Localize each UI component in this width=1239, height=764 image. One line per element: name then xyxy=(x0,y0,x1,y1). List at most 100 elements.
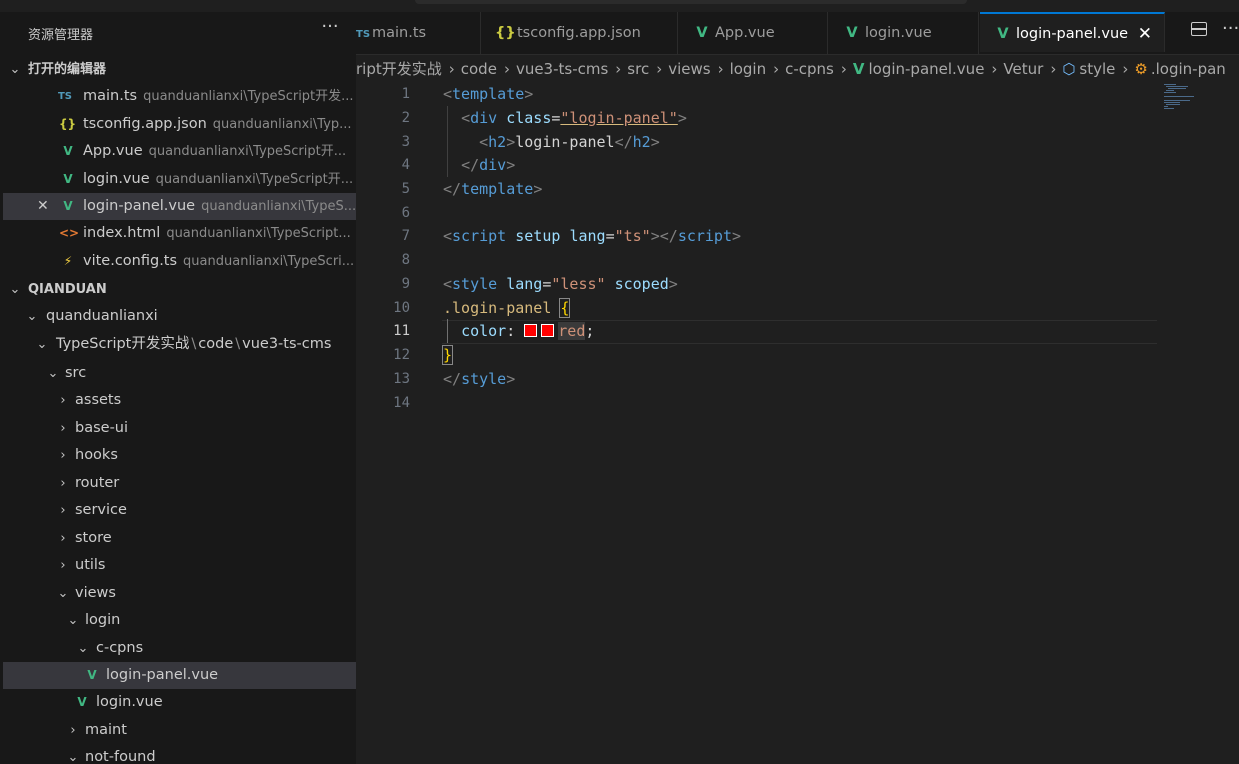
tree-folder[interactable]: › service xyxy=(3,497,356,524)
open-editor-item[interactable]: V App.vue quanduanlianxi\TypeScript开... xyxy=(3,138,356,165)
code-line: color: red; xyxy=(461,322,595,340)
close-icon[interactable]: ✕ xyxy=(1138,14,1152,54)
color-swatch[interactable] xyxy=(541,324,555,337)
tree-folder[interactable]: ⌄ not-found xyxy=(3,744,356,764)
open-editor-item[interactable]: V login.vue quanduanlianxi\TypeScript开... xyxy=(3,166,356,193)
tree-folder[interactable]: ⌄ src xyxy=(3,360,356,387)
ts-icon: TS xyxy=(356,29,371,40)
code-line: </template> xyxy=(443,180,543,198)
tree-folder[interactable]: › store xyxy=(3,525,356,552)
vue-icon: V xyxy=(77,695,87,709)
open-editor-name: login.vue xyxy=(83,171,150,187)
minimap[interactable] xyxy=(1164,83,1204,123)
breadcrumb-item[interactable]: Vetur xyxy=(1003,55,1043,83)
html-icon: <> xyxy=(59,226,80,240)
tab-label: main.ts xyxy=(372,25,427,41)
close-icon[interactable]: ✕ xyxy=(37,193,49,220)
tree-folder[interactable]: › utils xyxy=(3,552,356,579)
line-number: 6 xyxy=(401,205,410,221)
open-editor-item[interactable]: <> index.html quanduanlianxi\TypeScript..… xyxy=(3,220,356,247)
chevron-down-icon: ⌄ xyxy=(26,309,38,324)
vue-icon: V xyxy=(63,144,73,158)
tree-folder[interactable]: ⌄ TypeScript开发实战 \ code \ vue3-ts-cms xyxy=(3,331,356,358)
code-editor[interactable]: 1 2 3 4 5 6 7 8 9 10 11 12 13 14 <templa… xyxy=(356,83,1239,764)
split-editor-icon[interactable] xyxy=(1191,22,1207,36)
breadcrumb: ript开发实战 › code › vue3-ts-cms › src › views › logi… xyxy=(356,55,1239,83)
open-editor-item-active[interactable]: ✕ V login-panel.vue quanduanlianxi\TypeS.… xyxy=(3,193,356,220)
code-line: <script setup lang="ts"></script> xyxy=(443,227,742,245)
breadcrumb-item[interactable]: vue3-ts-cms xyxy=(516,55,608,83)
breadcrumb-item[interactable]: ript开发实战 xyxy=(356,55,442,83)
more-actions-icon[interactable]: ··· xyxy=(1222,18,1239,39)
tree-folder[interactable]: › router xyxy=(3,470,356,497)
line-number: 8 xyxy=(401,252,410,268)
open-editor-path: quanduanlianxi\TypeScript... xyxy=(166,226,351,241)
color-swatch[interactable] xyxy=(524,324,538,337)
chevron-down-icon: ⌄ xyxy=(57,586,69,601)
vue-icon: V xyxy=(87,668,97,682)
file-label: login-panel.vue xyxy=(106,667,219,683)
line-number: 7 xyxy=(401,228,410,244)
tab-login-vue[interactable]: Vlogin.vue xyxy=(829,12,979,54)
line-number: 13 xyxy=(393,371,410,387)
tree-file[interactable]: V login.vue xyxy=(3,689,356,716)
line-number: 5 xyxy=(401,181,410,197)
line-number: 1 xyxy=(401,86,410,102)
explorer-sidebar: 资源管理器 ··· ⌄ 打开的编辑器 TS main.ts quanduanlia… xyxy=(0,12,356,764)
open-editor-item[interactable]: TS main.ts quanduanlianxi\TypeScript开发... xyxy=(3,83,356,110)
chevron-right-icon: › xyxy=(60,393,66,408)
workspace-header[interactable]: ⌄ QIANDUAN xyxy=(3,276,356,303)
tree-folder[interactable]: › hooks xyxy=(3,442,356,469)
open-editor-item[interactable]: ⚡ vite.config.ts quanduanlianxi\TypeScri.… xyxy=(3,248,356,275)
editor-tabs: TS main.ts {}tsconfig.app.json V App.vue V… xyxy=(356,12,1239,55)
chevron-down-icon: ⌄ xyxy=(47,366,59,381)
code-line: </div> xyxy=(461,156,516,174)
chevron-right-icon: › xyxy=(773,60,780,78)
breadcrumb-item[interactable]: views xyxy=(668,55,710,83)
breadcrumb-item[interactable]: style xyxy=(1079,55,1115,83)
folder-label: base-ui xyxy=(75,420,129,436)
json-icon: {} xyxy=(59,117,77,131)
breadcrumb-item[interactable]: code xyxy=(461,55,497,83)
tab-login-panel-vue[interactable]: Vlogin-panel.vue ✕ xyxy=(980,12,1165,52)
breadcrumb-item[interactable]: src xyxy=(627,55,649,83)
tree-folder[interactable]: › maint xyxy=(3,717,356,744)
chevron-right-icon: › xyxy=(60,558,66,573)
tree-folder[interactable]: ⌄ quanduanlianxi xyxy=(3,303,356,330)
chevron-right-icon: › xyxy=(60,476,66,491)
tree-folder[interactable]: › base-ui xyxy=(3,415,356,442)
chevron-down-icon: ⌄ xyxy=(9,62,21,77)
tree-folder[interactable]: › assets xyxy=(3,387,356,414)
tab-tsconfig[interactable]: {}tsconfig.app.json xyxy=(481,12,678,54)
json-icon: {} xyxy=(495,25,516,41)
chevron-right-icon: › xyxy=(840,60,847,78)
folder-label: maint xyxy=(85,722,127,738)
breadcrumb-item[interactable]: c-cpns xyxy=(785,55,834,83)
open-editor-name: login-panel.vue xyxy=(83,198,196,214)
breadcrumb-item[interactable]: login xyxy=(730,55,767,83)
open-editors-header[interactable]: ⌄ 打开的编辑器 xyxy=(3,56,356,83)
command-center[interactable] xyxy=(415,0,967,4)
chevron-down-icon: ⌄ xyxy=(36,337,48,352)
more-actions-icon[interactable]: ··· xyxy=(318,18,342,40)
breadcrumb-item[interactable]: login-panel.vue xyxy=(868,55,984,83)
vue-icon: V xyxy=(852,60,865,78)
breadcrumb-item[interactable]: .login-pan xyxy=(1151,55,1226,83)
folder-label: src xyxy=(65,365,87,381)
line-number: 14 xyxy=(393,395,410,411)
tree-folder[interactable]: ⌄ c-cpns xyxy=(3,635,356,662)
tree-folder[interactable]: ⌄ views xyxy=(3,580,356,607)
tree-file-selected[interactable]: V login-panel.vue xyxy=(3,662,356,689)
chevron-right-icon: › xyxy=(60,448,66,463)
vue-icon: V xyxy=(63,172,73,186)
open-editor-path: quanduanlianxi\TypeS... xyxy=(201,199,356,214)
tab-app-vue[interactable]: V App.vue xyxy=(679,12,828,54)
chevron-right-icon: › xyxy=(448,60,455,78)
line-number: 2 xyxy=(401,110,410,126)
chevron-right-icon: › xyxy=(503,60,510,78)
folder-label: hooks xyxy=(75,447,118,463)
open-editor-item[interactable]: {} tsconfig.app.json quanduanlianxi\Typ..… xyxy=(3,111,356,138)
chevron-right-icon: › xyxy=(991,60,998,78)
tab-main-ts[interactable]: TS main.ts xyxy=(356,12,481,54)
tree-folder[interactable]: ⌄ login xyxy=(3,607,356,634)
